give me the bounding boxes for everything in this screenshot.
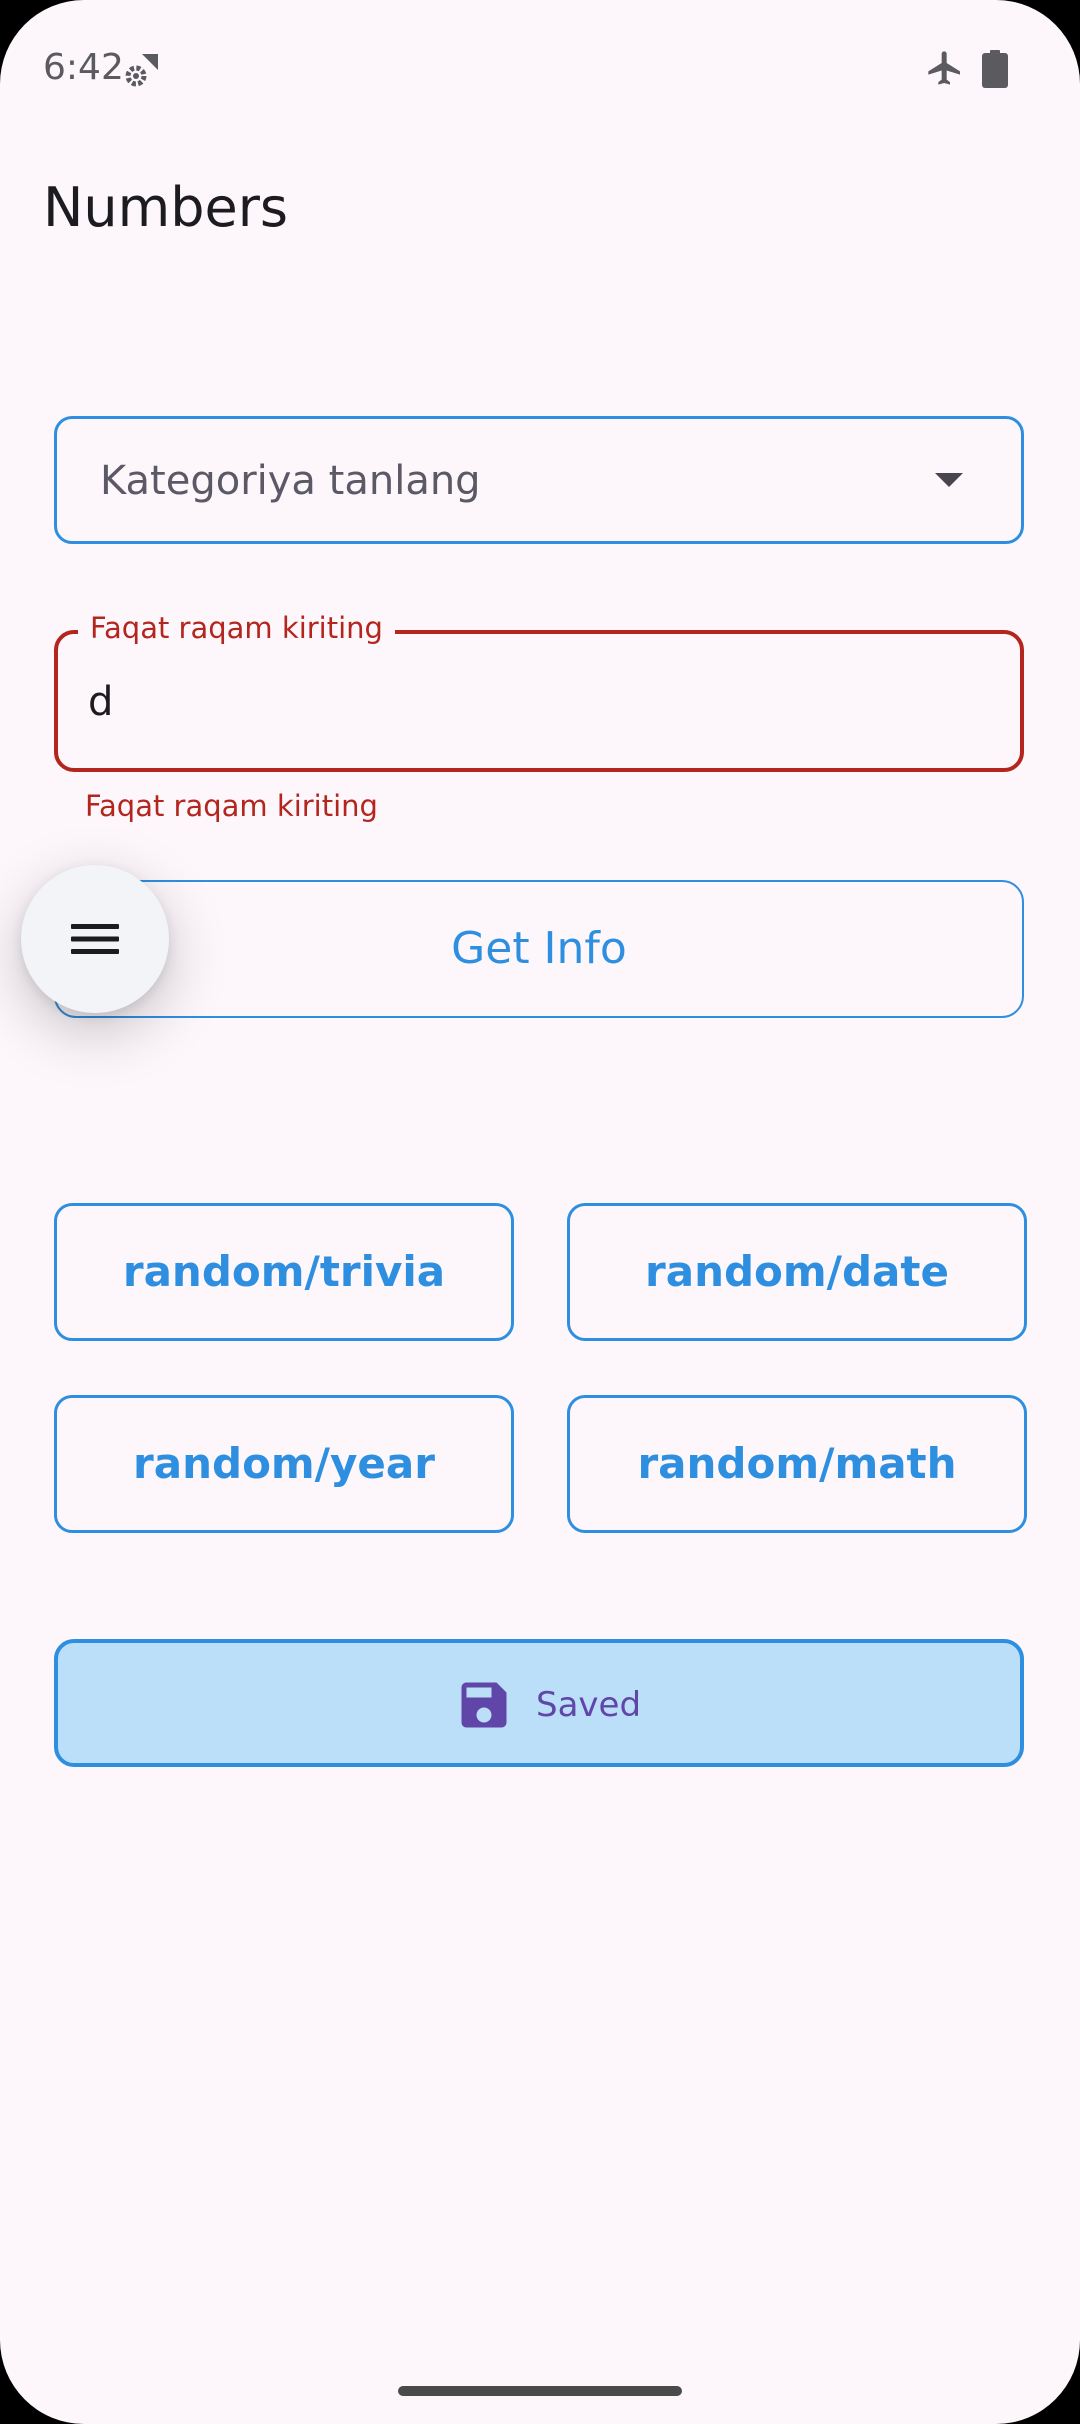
- saved-button-label: Saved: [536, 1685, 642, 1725]
- home-indicator[interactable]: [398, 2386, 682, 2396]
- random-year-button[interactable]: random/year: [54, 1395, 514, 1533]
- random-date-button[interactable]: random/date: [567, 1203, 1027, 1341]
- menu-button[interactable]: [21, 865, 169, 1013]
- page-title: Numbers: [43, 176, 289, 239]
- save-icon: [454, 1675, 514, 1735]
- status-bar: 6:42: [0, 0, 1080, 136]
- category-dropdown-label: Kategoriya tanlang: [100, 458, 481, 504]
- number-input-field[interactable]: Faqat raqam kiriting d: [54, 608, 1024, 772]
- number-input-error: Faqat raqam kiriting: [85, 789, 378, 823]
- number-input-value[interactable]: d: [88, 676, 113, 728]
- app-screen: 6:42 Numbers Kategoriya tanlang Faqat ra…: [0, 0, 1080, 2424]
- category-dropdown[interactable]: Kategoriya tanlang: [54, 416, 1024, 544]
- number-input-label: Faqat raqam kiriting: [78, 608, 395, 648]
- random-math-button[interactable]: random/math: [567, 1395, 1027, 1533]
- saved-button[interactable]: Saved: [54, 1639, 1024, 1767]
- get-info-button[interactable]: Get Info: [54, 880, 1024, 1018]
- settings-sync-icon: [122, 50, 162, 90]
- status-time: 6:42: [43, 47, 124, 88]
- random-trivia-button[interactable]: random/trivia: [54, 1203, 514, 1341]
- menu-icon: [71, 921, 119, 957]
- chevron-down-icon: [935, 473, 963, 487]
- airplane-mode-icon: [925, 48, 965, 88]
- battery-icon: [982, 50, 1008, 88]
